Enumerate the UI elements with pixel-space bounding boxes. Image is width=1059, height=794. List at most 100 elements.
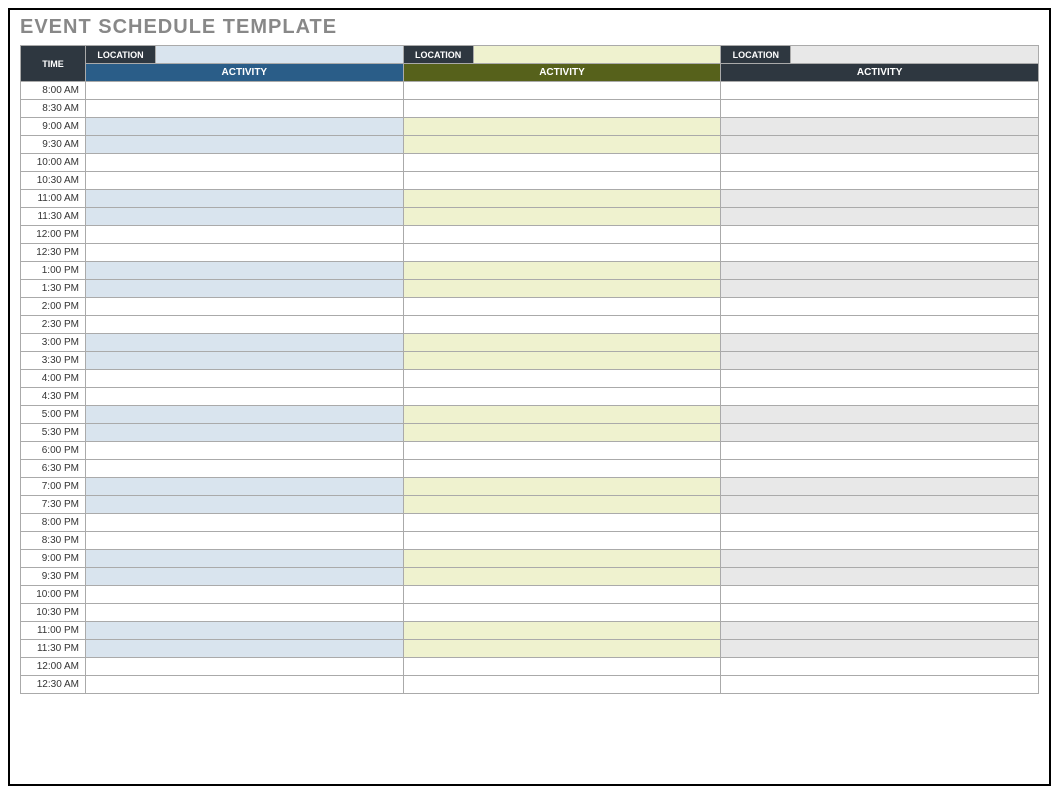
activity-cell[interactable] xyxy=(86,460,404,478)
activity-cell[interactable] xyxy=(86,640,404,658)
activity-cell[interactable] xyxy=(721,262,1039,280)
activity-cell[interactable] xyxy=(86,604,404,622)
activity-cell[interactable] xyxy=(86,280,404,298)
activity-cell[interactable] xyxy=(86,334,404,352)
activity-cell[interactable] xyxy=(721,442,1039,460)
activity-cell[interactable] xyxy=(403,82,721,100)
activity-cell[interactable] xyxy=(721,334,1039,352)
activity-cell[interactable] xyxy=(403,586,721,604)
activity-cell[interactable] xyxy=(86,676,404,694)
activity-cell[interactable] xyxy=(721,496,1039,514)
activity-cell[interactable] xyxy=(86,298,404,316)
activity-cell[interactable] xyxy=(403,370,721,388)
activity-cell[interactable] xyxy=(86,586,404,604)
activity-cell[interactable] xyxy=(403,388,721,406)
activity-cell[interactable] xyxy=(721,280,1039,298)
activity-cell[interactable] xyxy=(86,622,404,640)
activity-cell[interactable] xyxy=(86,82,404,100)
activity-cell[interactable] xyxy=(721,622,1039,640)
activity-cell[interactable] xyxy=(86,154,404,172)
activity-cell[interactable] xyxy=(403,640,721,658)
activity-cell[interactable] xyxy=(403,154,721,172)
activity-cell[interactable] xyxy=(86,370,404,388)
activity-cell[interactable] xyxy=(86,532,404,550)
activity-cell[interactable] xyxy=(403,316,721,334)
activity-cell[interactable] xyxy=(86,172,404,190)
activity-cell[interactable] xyxy=(721,640,1039,658)
activity-cell[interactable] xyxy=(403,208,721,226)
activity-cell[interactable] xyxy=(403,676,721,694)
activity-cell[interactable] xyxy=(86,208,404,226)
activity-cell[interactable] xyxy=(721,226,1039,244)
location-input-3[interactable] xyxy=(791,46,1039,64)
activity-cell[interactable] xyxy=(403,478,721,496)
activity-cell[interactable] xyxy=(403,244,721,262)
activity-cell[interactable] xyxy=(721,100,1039,118)
activity-cell[interactable] xyxy=(721,136,1039,154)
location-input-2[interactable] xyxy=(473,46,721,64)
activity-cell[interactable] xyxy=(721,532,1039,550)
activity-cell[interactable] xyxy=(403,100,721,118)
activity-cell[interactable] xyxy=(86,388,404,406)
activity-cell[interactable] xyxy=(86,136,404,154)
activity-cell[interactable] xyxy=(721,154,1039,172)
activity-cell[interactable] xyxy=(86,262,404,280)
activity-cell[interactable] xyxy=(403,604,721,622)
activity-cell[interactable] xyxy=(721,244,1039,262)
activity-cell[interactable] xyxy=(721,172,1039,190)
activity-cell[interactable] xyxy=(403,532,721,550)
activity-cell[interactable] xyxy=(86,568,404,586)
activity-cell[interactable] xyxy=(721,118,1039,136)
activity-cell[interactable] xyxy=(721,190,1039,208)
activity-cell[interactable] xyxy=(403,442,721,460)
activity-cell[interactable] xyxy=(721,658,1039,676)
activity-cell[interactable] xyxy=(721,298,1039,316)
activity-cell[interactable] xyxy=(86,352,404,370)
activity-cell[interactable] xyxy=(86,550,404,568)
activity-cell[interactable] xyxy=(721,514,1039,532)
activity-cell[interactable] xyxy=(86,244,404,262)
activity-cell[interactable] xyxy=(86,226,404,244)
activity-cell[interactable] xyxy=(721,478,1039,496)
activity-cell[interactable] xyxy=(721,370,1039,388)
activity-cell[interactable] xyxy=(403,334,721,352)
activity-cell[interactable] xyxy=(721,586,1039,604)
activity-cell[interactable] xyxy=(721,406,1039,424)
activity-cell[interactable] xyxy=(86,316,404,334)
activity-cell[interactable] xyxy=(86,424,404,442)
activity-cell[interactable] xyxy=(721,82,1039,100)
location-input-1[interactable] xyxy=(156,46,404,64)
activity-cell[interactable] xyxy=(403,118,721,136)
activity-cell[interactable] xyxy=(403,280,721,298)
activity-cell[interactable] xyxy=(86,100,404,118)
activity-cell[interactable] xyxy=(721,568,1039,586)
activity-cell[interactable] xyxy=(403,172,721,190)
activity-cell[interactable] xyxy=(403,460,721,478)
activity-cell[interactable] xyxy=(403,568,721,586)
activity-cell[interactable] xyxy=(721,676,1039,694)
activity-cell[interactable] xyxy=(721,388,1039,406)
activity-cell[interactable] xyxy=(403,352,721,370)
activity-cell[interactable] xyxy=(403,658,721,676)
activity-cell[interactable] xyxy=(721,460,1039,478)
activity-cell[interactable] xyxy=(721,424,1039,442)
activity-cell[interactable] xyxy=(86,190,404,208)
activity-cell[interactable] xyxy=(403,136,721,154)
activity-cell[interactable] xyxy=(86,406,404,424)
activity-cell[interactable] xyxy=(403,622,721,640)
activity-cell[interactable] xyxy=(403,406,721,424)
activity-cell[interactable] xyxy=(721,316,1039,334)
activity-cell[interactable] xyxy=(403,262,721,280)
activity-cell[interactable] xyxy=(86,478,404,496)
activity-cell[interactable] xyxy=(86,442,404,460)
activity-cell[interactable] xyxy=(721,604,1039,622)
activity-cell[interactable] xyxy=(403,550,721,568)
activity-cell[interactable] xyxy=(403,190,721,208)
activity-cell[interactable] xyxy=(86,658,404,676)
activity-cell[interactable] xyxy=(403,298,721,316)
activity-cell[interactable] xyxy=(86,118,404,136)
activity-cell[interactable] xyxy=(403,424,721,442)
activity-cell[interactable] xyxy=(86,514,404,532)
activity-cell[interactable] xyxy=(86,496,404,514)
activity-cell[interactable] xyxy=(721,550,1039,568)
